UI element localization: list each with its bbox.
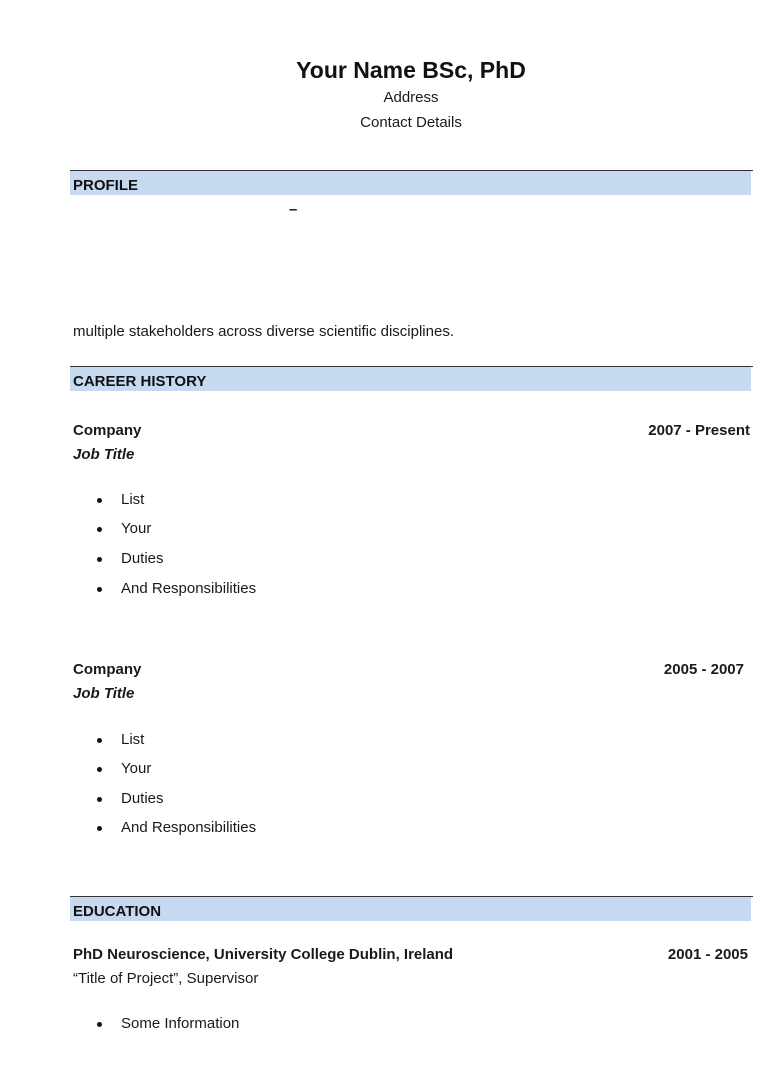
address: Address: [383, 89, 439, 106]
section-band-profile: [70, 171, 751, 195]
degree: PhD Neuroscience, University College Dub…: [73, 946, 454, 963]
section-band-education: [70, 897, 751, 921]
bullet-icon: [97, 587, 102, 592]
job-dates: 2005 - 2007: [663, 661, 744, 678]
education-dates: 2001 - 2005: [667, 946, 748, 963]
profile-dash: –: [289, 201, 298, 218]
job-company: Company: [73, 422, 142, 439]
bullet-icon: [97, 498, 102, 503]
bullet-icon: [97, 738, 102, 743]
bullet-icon: [97, 557, 102, 562]
bullet-icon: [97, 767, 102, 772]
section-heading-profile: PROFILE: [73, 177, 139, 194]
bullet-icon: [97, 527, 102, 532]
profile-text: multiple stakeholders across diverse sci…: [73, 323, 454, 340]
job-title: Job Title: [73, 685, 135, 702]
section-heading-education: EDUCATION: [73, 903, 162, 920]
bullet-icon: [97, 1022, 102, 1027]
project-title: “Title of Project”, Supervisor: [73, 970, 259, 987]
contact-details: Contact Details: [360, 114, 462, 131]
job-dates: 2007 - Present: [648, 422, 750, 439]
candidate-name: Your Name BSc, PhD: [296, 57, 526, 83]
job-title: Job Title: [73, 446, 135, 463]
bullet-icon: [97, 797, 102, 802]
bullet-icon: [97, 826, 102, 831]
job-company: Company: [73, 661, 142, 678]
section-heading-career: CAREER HISTORY: [73, 373, 207, 390]
